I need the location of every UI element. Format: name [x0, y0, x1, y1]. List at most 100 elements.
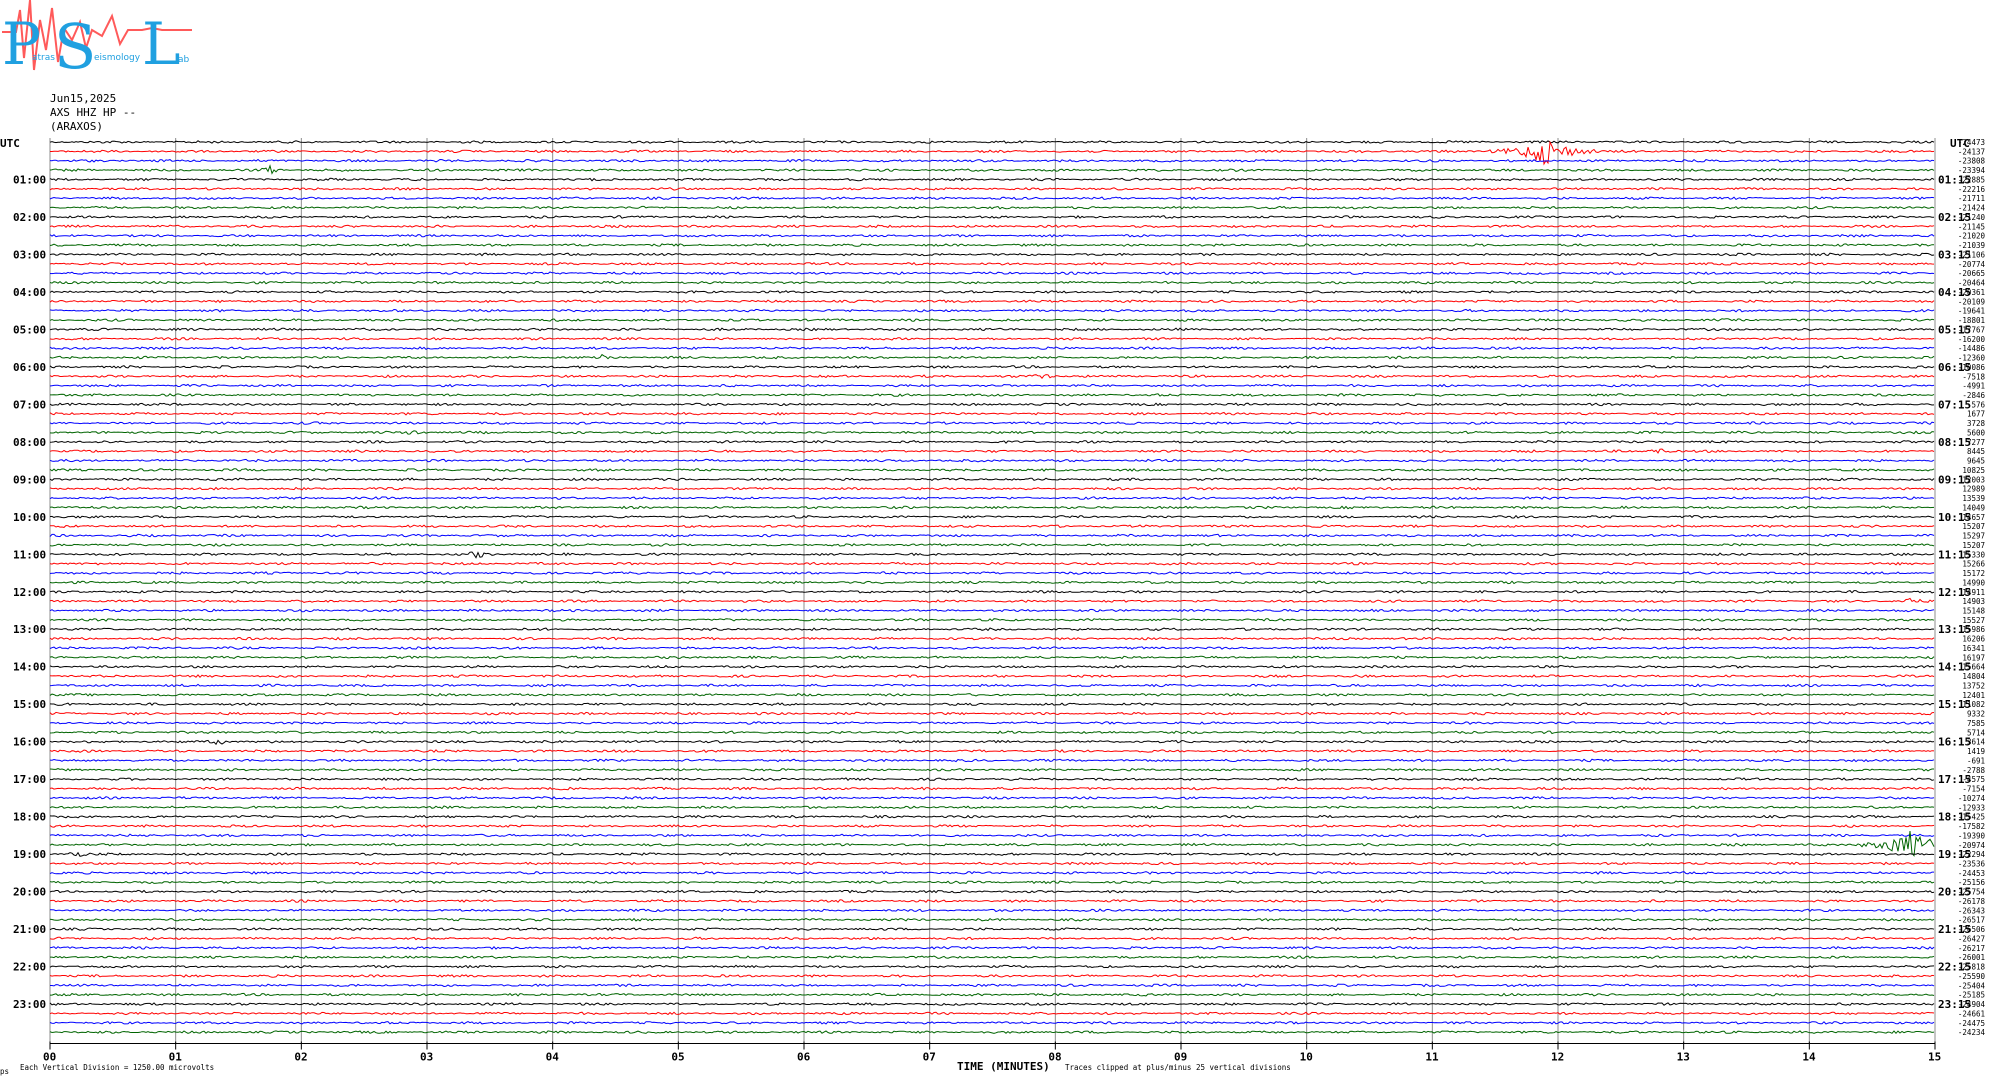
x-tick-label: 15 [1928, 1051, 1941, 1064]
x-tick-label: 05 [671, 1051, 684, 1064]
trace-offset-value: 9645 [1967, 457, 1985, 466]
trace-line [49, 280, 1935, 285]
trace-offset-value: -21020 [1958, 232, 1986, 241]
x-tick-label: 00 [43, 1051, 56, 1064]
right-hour-label: 03:15 [1938, 248, 1971, 261]
trace-offset-value: -25404 [1958, 981, 1986, 990]
right-hour-label: 01:15 [1938, 173, 1971, 186]
x-tick-label: 06 [797, 1051, 811, 1064]
trace-offset-value: -21711 [1958, 194, 1985, 203]
trace-line [49, 448, 1935, 454]
trace-line [49, 945, 1935, 950]
right-hour-label: 21:15 [1938, 923, 1971, 936]
trace-offset-value: -10274 [1958, 794, 1986, 803]
trace-offset-value: 13539 [1962, 494, 1985, 503]
trace-line [49, 796, 1935, 800]
x-tick-label: 12 [1551, 1051, 1564, 1064]
trace-line [49, 636, 1935, 641]
trace-line [49, 261, 1935, 266]
trace-line [49, 374, 1935, 379]
trace-line [49, 551, 1935, 559]
right-hour-label: 04:15 [1938, 286, 1971, 299]
trace-line [49, 164, 1935, 175]
left-hour-label: 03:00 [13, 248, 46, 261]
trace-offset-value: 7585 [1967, 719, 1985, 728]
trace-line [49, 702, 1935, 707]
trace-line [49, 767, 1934, 772]
helicorder-plot: UTC UTC TIME (MINUTES) Each Vertical Div… [0, 137, 1985, 1076]
left-hour-label: 04:00 [13, 286, 46, 299]
trace-line [49, 224, 1935, 229]
trace-line [49, 252, 1935, 257]
trace-offset-value: -26343 [1958, 906, 1985, 915]
trace-offset-value: -24137 [1958, 147, 1985, 156]
x-tick-label: 03 [420, 1051, 433, 1064]
trace-offset-value: 15297 [1962, 532, 1985, 541]
left-hour-label: 14:00 [13, 661, 46, 674]
trace-line [50, 983, 1935, 988]
trace-line [49, 580, 1935, 585]
left-hour-label: 20:00 [13, 886, 46, 899]
right-hour-label: 20:15 [1938, 886, 1971, 899]
trace-line [49, 824, 1935, 828]
trace-line [49, 271, 1935, 276]
right-hour-label: 23:15 [1938, 998, 1971, 1011]
right-hour-label: 22:15 [1938, 961, 1971, 974]
trace-line [49, 664, 1935, 669]
trace-line [49, 861, 1935, 866]
trace-line [49, 468, 1935, 472]
trace-offset-value: 15148 [1962, 607, 1985, 616]
x-tick-label: 09 [1174, 1051, 1187, 1064]
right-hour-label: 15:15 [1938, 698, 1971, 711]
trace-line [49, 1011, 1935, 1016]
x-tick-label: 08 [1048, 1051, 1061, 1064]
trace-line [49, 299, 1935, 304]
trace-offset-value: -26217 [1958, 944, 1985, 953]
trace-line [49, 1030, 1935, 1035]
left-hour-label: 07:00 [13, 398, 46, 411]
trace-offset-value: -19641 [1958, 307, 1985, 316]
trace-line [49, 421, 1935, 426]
trace-offset-value: -691 [1967, 756, 1985, 765]
trace-line [49, 711, 1935, 716]
left-hour-label: 13:00 [13, 623, 46, 636]
right-hour-label: 18:15 [1938, 811, 1971, 824]
trace-line [49, 683, 1935, 688]
trace-line [49, 533, 1935, 538]
left-axis-label: UTC [0, 137, 20, 150]
trace-line [49, 458, 1935, 463]
trace-line [49, 749, 1935, 753]
trace-line [49, 814, 1935, 819]
right-hour-label: 16:15 [1938, 736, 1971, 749]
x-tick-label: 01 [169, 1051, 183, 1064]
trace-line [49, 439, 1935, 444]
trace-line [49, 327, 1935, 332]
right-hour-label: 06:15 [1938, 361, 1971, 374]
trace-line [50, 393, 1935, 397]
trace-line [49, 505, 1935, 510]
right-hour-label: 10:15 [1938, 511, 1971, 524]
trace-line [49, 402, 1935, 407]
trace-line [49, 486, 1935, 491]
right-hour-label: 07:15 [1938, 398, 1971, 411]
trace-line [49, 831, 1935, 857]
trace-line [49, 627, 1935, 632]
left-hour-label: 09:00 [13, 473, 46, 486]
plot-labels: UTC UTC TIME (MINUTES) Each Vertical Div… [0, 137, 1985, 1076]
right-hour-label: 08:15 [1938, 436, 1971, 449]
trace-line [49, 589, 1935, 594]
trace-line [49, 721, 1935, 725]
left-hour-label: 12:00 [13, 586, 46, 599]
x-tick-label: 10 [1300, 1051, 1313, 1064]
left-hour-label: 05:00 [13, 323, 46, 336]
left-hour-label: 17:00 [13, 773, 46, 786]
trace-line [49, 346, 1935, 351]
trace-line [49, 365, 1935, 369]
trace-line [49, 917, 1935, 922]
right-hour-label: 12:15 [1938, 586, 1971, 599]
trace-line [50, 524, 1935, 529]
trace-line [49, 899, 1935, 903]
trace-line [49, 1002, 1935, 1006]
trace-line [50, 908, 1935, 913]
left-hour-label: 16:00 [13, 736, 46, 749]
